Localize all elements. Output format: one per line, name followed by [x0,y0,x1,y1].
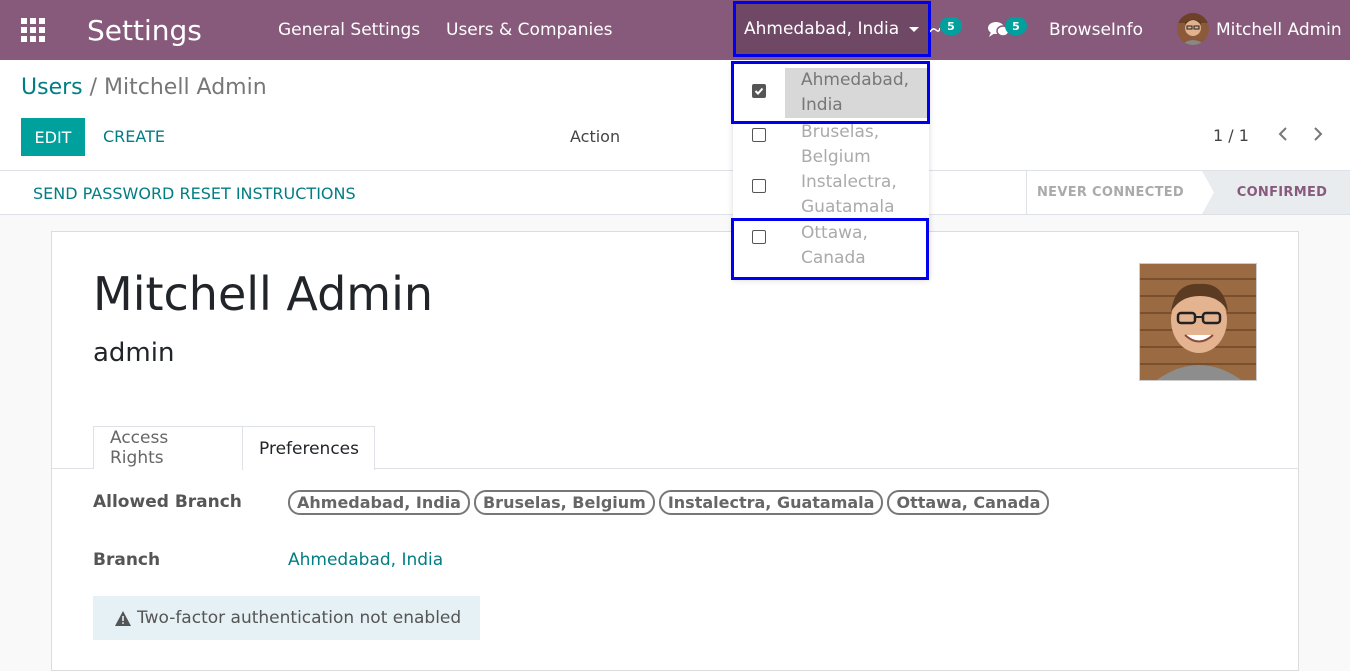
breadcrumb: Users / Mitchell Admin [21,75,267,100]
notebook-tabs: Access Rights Preferences [52,426,1298,470]
branch-label: Branch [93,550,161,570]
dropdown-item-line2: Guatamala [801,197,895,217]
tfa-notice-text: Two-factor authentication not enabled [137,608,462,628]
dropdown-item-label: Ahmedabad, India [785,68,927,118]
user-login: admin [93,338,175,368]
user-menu[interactable]: Mitchell Admin [1216,0,1342,60]
dropdown-item-bruselas[interactable]: Bruselas, Belgium [733,120,929,171]
apps-menu-icon[interactable] [21,0,45,60]
dropdown-item-line2: Belgium [801,147,871,167]
menu-users-companies[interactable]: Users & Companies [446,0,613,60]
tab-preferences[interactable]: Preferences [242,426,375,470]
branch-selector[interactable]: Ahmedabad, India [733,1,931,57]
dropdown-item-line1: Ottawa, [801,223,868,243]
warning-icon [115,610,131,626]
dropdown-item-ottawa[interactable]: Ottawa, Canada [733,221,929,272]
create-button[interactable]: CREATE [103,127,165,146]
breadcrumb-current: Mitchell Admin [104,75,267,100]
chevron-left-icon[interactable] [1278,126,1288,147]
pager-value[interactable]: 1 / 1 [1213,126,1249,145]
branch-field[interactable]: Ahmedabad, India [288,550,443,570]
branch-tag[interactable]: Ahmedabad, India [288,490,470,515]
activity-badge: 5 [940,17,962,35]
dropdown-item-line1: Bruselas, [801,122,880,142]
branch-selector-label: Ahmedabad, India [744,19,900,39]
top-navbar: Settings General Settings Users & Compan… [0,0,1350,60]
send-password-reset-button[interactable]: SEND PASSWORD RESET INSTRUCTIONS [33,184,356,203]
caret-down-icon [909,26,920,32]
chat-badge: 5 [1005,17,1027,35]
branch-tag[interactable]: Ottawa, Canada [887,490,1050,515]
edit-button[interactable]: EDIT [21,118,85,156]
checkbox-unchecked-icon[interactable] [752,230,766,244]
allowed-branch-tags[interactable]: Ahmedabad, India Bruselas, Belgium Insta… [288,490,1050,515]
dropdown-item-label: Bruselas, Belgium [785,120,927,170]
status-bar: SEND PASSWORD RESET INSTRUCTIONS NEVER C… [0,171,1350,215]
user-name-title: Mitchell Admin [93,267,434,321]
state-pipeline: NEVER CONNECTED CONFIRMED [1026,171,1350,214]
checkbox-unchecked-icon[interactable] [752,128,766,142]
dropdown-item-line1: Instalectra, [801,172,897,192]
app-title[interactable]: Settings [87,0,202,60]
branch-dropdown: Ahmedabad, India Bruselas, Belgium Insta… [733,62,929,278]
branch-tag[interactable]: Instalectra, Guatamala [658,490,884,515]
tfa-notice: Two-factor authentication not enabled [93,596,480,640]
control-panel: Users / Mitchell Admin EDIT CREATE Actio… [0,60,1350,171]
allowed-branch-label: Allowed Branch [93,492,242,512]
tab-access-rights[interactable]: Access Rights [93,426,243,469]
chevron-right-icon[interactable] [1313,126,1323,147]
dropdown-item-ahmedabad[interactable]: Ahmedabad, India [733,68,929,119]
stage-never-connected: NEVER CONNECTED [1026,171,1202,214]
form-sheet: Mitchell Admin admin Access Rights Prefe… [51,231,1299,671]
company-switcher[interactable]: BrowseInfo [1049,0,1143,60]
dropdown-item-line2: Canada [801,248,866,268]
dropdown-item-line2: India [801,95,843,115]
checkbox-unchecked-icon[interactable] [752,179,766,193]
dropdown-item-instalectra[interactable]: Instalectra, Guatamala [733,170,929,221]
checkbox-checked-icon[interactable] [752,84,766,98]
branch-tag[interactable]: Bruselas, Belgium [473,490,655,515]
action-menu[interactable]: Action [570,127,620,146]
breadcrumb-users-link[interactable]: Users [21,75,83,100]
activity-icon[interactable] [930,0,940,60]
breadcrumb-separator: / [89,75,98,100]
menu-general-settings[interactable]: General Settings [278,0,420,60]
user-avatar[interactable] [1177,13,1209,45]
dropdown-item-label: Instalectra, Guatamala [785,170,927,220]
dropdown-item-line1: Ahmedabad, [801,70,910,90]
user-photo [1139,263,1257,381]
stage-confirmed: CONFIRMED [1202,171,1350,214]
dropdown-item-label: Ottawa, Canada [785,221,927,271]
